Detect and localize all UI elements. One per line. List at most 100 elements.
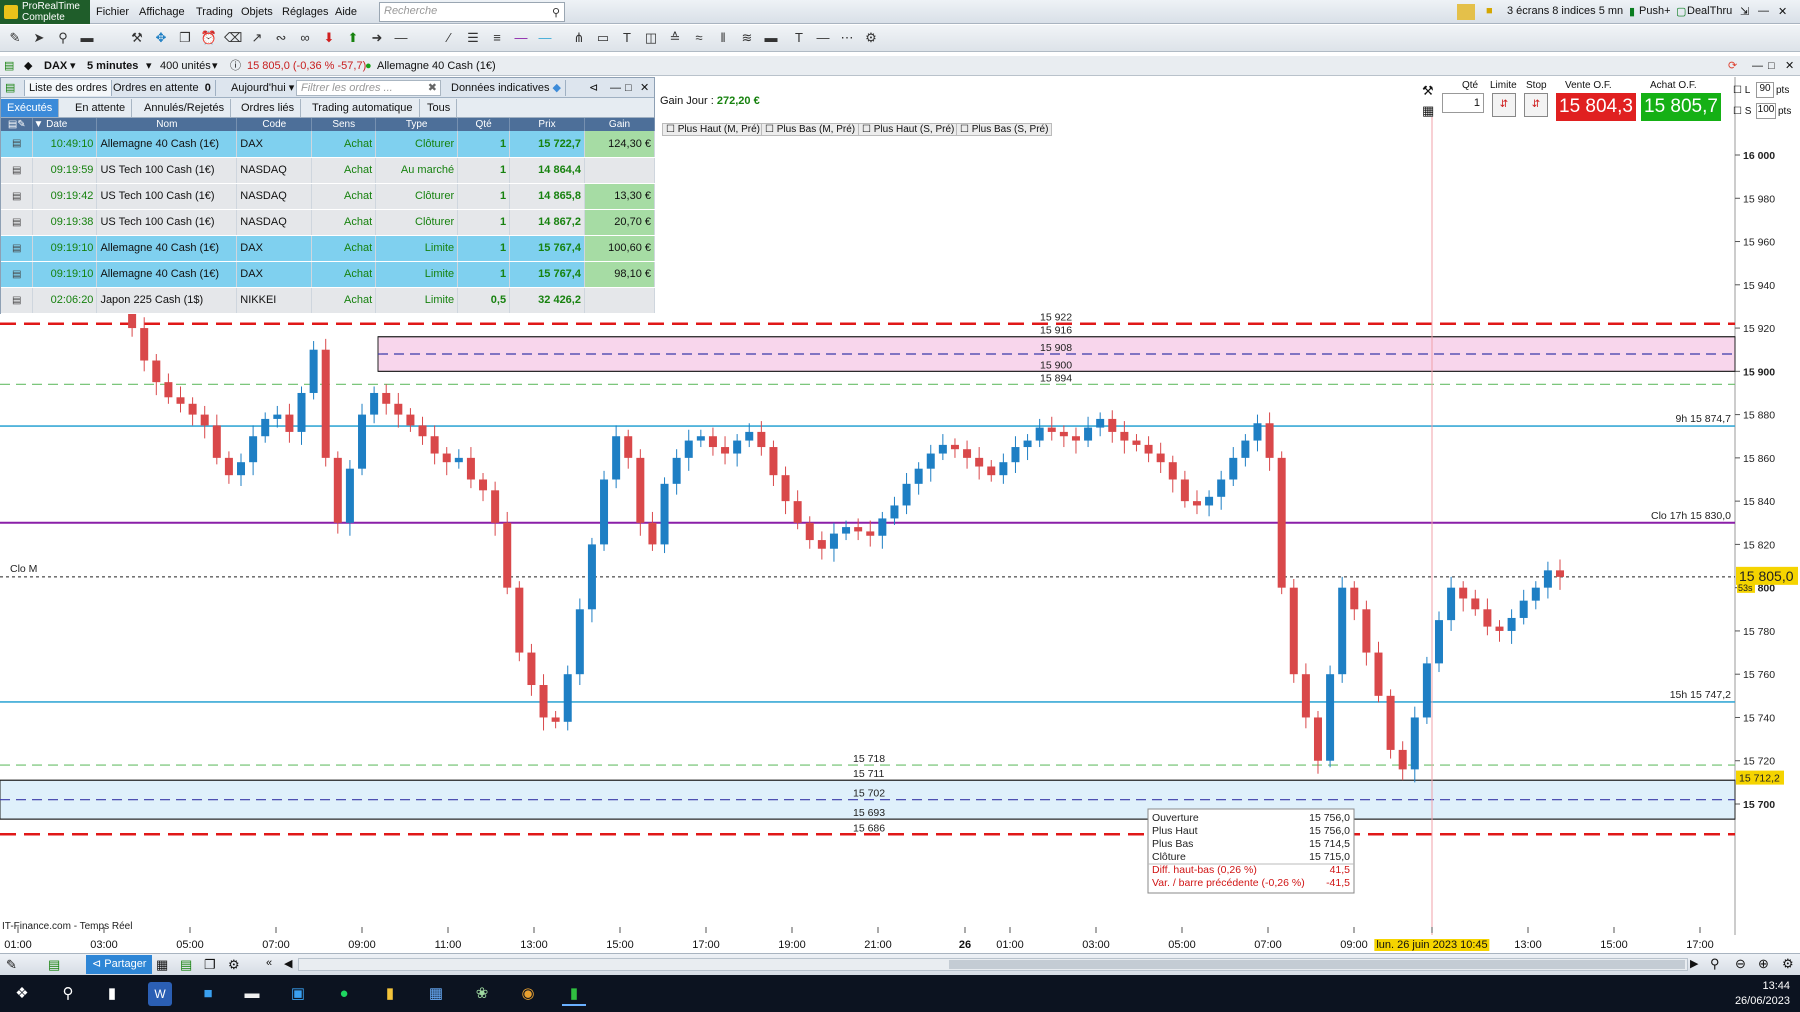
chart-style-icon[interactable]: ▤ bbox=[48, 957, 60, 973]
menu-fichier[interactable]: Fichier bbox=[96, 6, 129, 18]
candle-body[interactable] bbox=[237, 462, 246, 476]
candle-body[interactable] bbox=[297, 392, 306, 432]
legend-plus-haut-m[interactable]: ☐ Plus Haut (M, Pré) bbox=[662, 123, 764, 136]
candle-body[interactable] bbox=[321, 349, 330, 458]
candle-body[interactable] bbox=[1253, 423, 1262, 441]
candle-body[interactable] bbox=[1132, 440, 1141, 445]
candle-body[interactable] bbox=[721, 447, 730, 454]
chart-settings-icon[interactable]: ⚙ bbox=[1782, 956, 1794, 972]
candle-body[interactable] bbox=[926, 453, 935, 469]
candle-body[interactable] bbox=[624, 436, 633, 458]
candle-body[interactable] bbox=[1059, 431, 1068, 437]
candle-body[interactable] bbox=[854, 527, 863, 532]
chrome-icon[interactable]: ◉ bbox=[516, 982, 540, 1006]
candle-body[interactable] bbox=[1350, 587, 1359, 610]
hline-purple-icon[interactable]: — bbox=[512, 30, 530, 46]
candle-body[interactable] bbox=[878, 518, 887, 536]
arrow-right-icon[interactable]: ➜ bbox=[368, 30, 386, 46]
chart-type-icon[interactable]: ▤ bbox=[4, 59, 14, 73]
dealthru-button[interactable]: DealThru bbox=[1683, 4, 1736, 20]
candle-body[interactable] bbox=[696, 436, 705, 441]
candle-body[interactable] bbox=[1410, 717, 1419, 770]
scroll-fast-left-icon[interactable]: « bbox=[266, 957, 272, 969]
candle-body[interactable] bbox=[1241, 440, 1250, 458]
candle-body[interactable] bbox=[563, 674, 572, 722]
chart-maximize-icon[interactable]: □ bbox=[1768, 59, 1775, 73]
alarm-icon[interactable]: ⏰ bbox=[200, 30, 218, 46]
candle-body[interactable] bbox=[551, 717, 560, 722]
candle-body[interactable] bbox=[612, 436, 621, 480]
dash-line-icon[interactable]: — bbox=[814, 30, 832, 46]
candle-body[interactable] bbox=[406, 414, 415, 426]
scroll-left-icon[interactable]: ◀ bbox=[284, 957, 292, 970]
orders-filter-input[interactable]: Filtrer les ordres ... ✖ bbox=[296, 80, 441, 96]
candle-body[interactable] bbox=[672, 457, 681, 484]
menu-reglages[interactable]: Réglages bbox=[282, 6, 328, 18]
table-row[interactable]: ▤ 09:19:10 Allemagne 40 Cash (1€) DAX Achat L… bbox=[1, 235, 656, 262]
measure-icon[interactable]: ▬ bbox=[762, 30, 780, 46]
candle-body[interactable] bbox=[648, 522, 657, 545]
candle-body[interactable] bbox=[781, 475, 790, 502]
calculator-taskbar-icon[interactable]: ▦ bbox=[424, 982, 448, 1006]
candle-body[interactable] bbox=[515, 587, 524, 653]
instrument-select[interactable]: DAX bbox=[44, 59, 67, 73]
app-blue-icon[interactable]: ■ bbox=[196, 982, 220, 1006]
zoom-icon[interactable]: ⚲ bbox=[54, 30, 72, 46]
candle-body[interactable] bbox=[1144, 444, 1153, 454]
menu-trading[interactable]: Trading bbox=[196, 6, 233, 18]
candle-body[interactable] bbox=[1507, 617, 1516, 631]
instrument-dropdown-icon[interactable]: ▾ bbox=[70, 59, 76, 73]
candle-body[interactable] bbox=[769, 447, 778, 476]
subtab-all[interactable]: Tous bbox=[421, 99, 458, 117]
s-points-input[interactable]: 100 bbox=[1756, 103, 1776, 119]
tab-order-list[interactable]: Liste des ordres bbox=[25, 80, 113, 96]
candle-body[interactable] bbox=[212, 425, 221, 458]
candle-body[interactable] bbox=[902, 483, 911, 506]
candle-body[interactable] bbox=[345, 468, 354, 523]
candle-body[interactable] bbox=[1168, 462, 1177, 480]
candle-body[interactable] bbox=[890, 505, 899, 519]
scrollbar-thumb[interactable] bbox=[949, 960, 1685, 969]
candle-body[interactable] bbox=[733, 440, 742, 454]
candle-body[interactable] bbox=[1313, 717, 1322, 761]
candle-body[interactable] bbox=[950, 444, 959, 450]
candle-body[interactable] bbox=[224, 457, 233, 476]
hline-cyan-icon[interactable]: — bbox=[536, 30, 554, 46]
move-icon[interactable]: ✥ bbox=[152, 30, 170, 46]
units-dropdown-icon[interactable]: ▾ bbox=[212, 59, 218, 73]
minimize-icon[interactable]: — bbox=[1754, 4, 1773, 20]
close-icon[interactable]: ✕ bbox=[1774, 4, 1791, 20]
file-explorer-dark-icon[interactable]: ▬ bbox=[240, 982, 264, 1006]
fibonacci-icon[interactable]: ≡ bbox=[488, 30, 506, 46]
candle-body[interactable] bbox=[382, 392, 391, 404]
sell-arrow-icon[interactable]: ⬇ bbox=[320, 30, 338, 46]
rectangle-icon[interactable]: ▭ bbox=[594, 30, 612, 46]
candle-body[interactable] bbox=[466, 457, 475, 480]
candle-body[interactable] bbox=[938, 444, 947, 454]
candle-body[interactable] bbox=[1011, 447, 1020, 463]
clear-filter-icon[interactable]: ✖ bbox=[428, 81, 437, 95]
arrow-diag-icon[interactable]: ↗ bbox=[248, 30, 266, 46]
trash-icon[interactable]: ⌫ bbox=[224, 30, 242, 46]
paint-icon[interactable]: ❀ bbox=[470, 982, 494, 1006]
segment-icon[interactable]: ∾ bbox=[272, 30, 290, 46]
candle-body[interactable] bbox=[1301, 674, 1310, 718]
candle-body[interactable] bbox=[1422, 663, 1431, 718]
candle-body[interactable] bbox=[817, 540, 826, 549]
candle-body[interactable] bbox=[1434, 620, 1443, 664]
candle-body[interactable] bbox=[370, 392, 379, 415]
menu-affichage[interactable]: Affichage bbox=[139, 6, 185, 18]
push-button[interactable]: Push+ bbox=[1635, 4, 1675, 20]
horizontal-scrollbar[interactable] bbox=[298, 958, 1688, 971]
candle-body[interactable] bbox=[1180, 479, 1189, 502]
candle-body[interactable] bbox=[1265, 423, 1274, 458]
candle-body[interactable] bbox=[1459, 587, 1468, 599]
limit-button[interactable]: ⇵ bbox=[1492, 93, 1516, 117]
table-row[interactable]: ▤ 09:19:10 Allemagne 40 Cash (1€) DAX Achat L… bbox=[1, 261, 656, 288]
layout-icon[interactable]: ▦ bbox=[156, 957, 168, 973]
candle-body[interactable] bbox=[793, 501, 802, 523]
candle-body[interactable] bbox=[1205, 496, 1214, 506]
header-name[interactable]: Nom bbox=[96, 118, 238, 131]
ruler-icon[interactable]: ▬ bbox=[78, 30, 96, 46]
share-button[interactable]: ⊲ Partager bbox=[86, 955, 153, 974]
